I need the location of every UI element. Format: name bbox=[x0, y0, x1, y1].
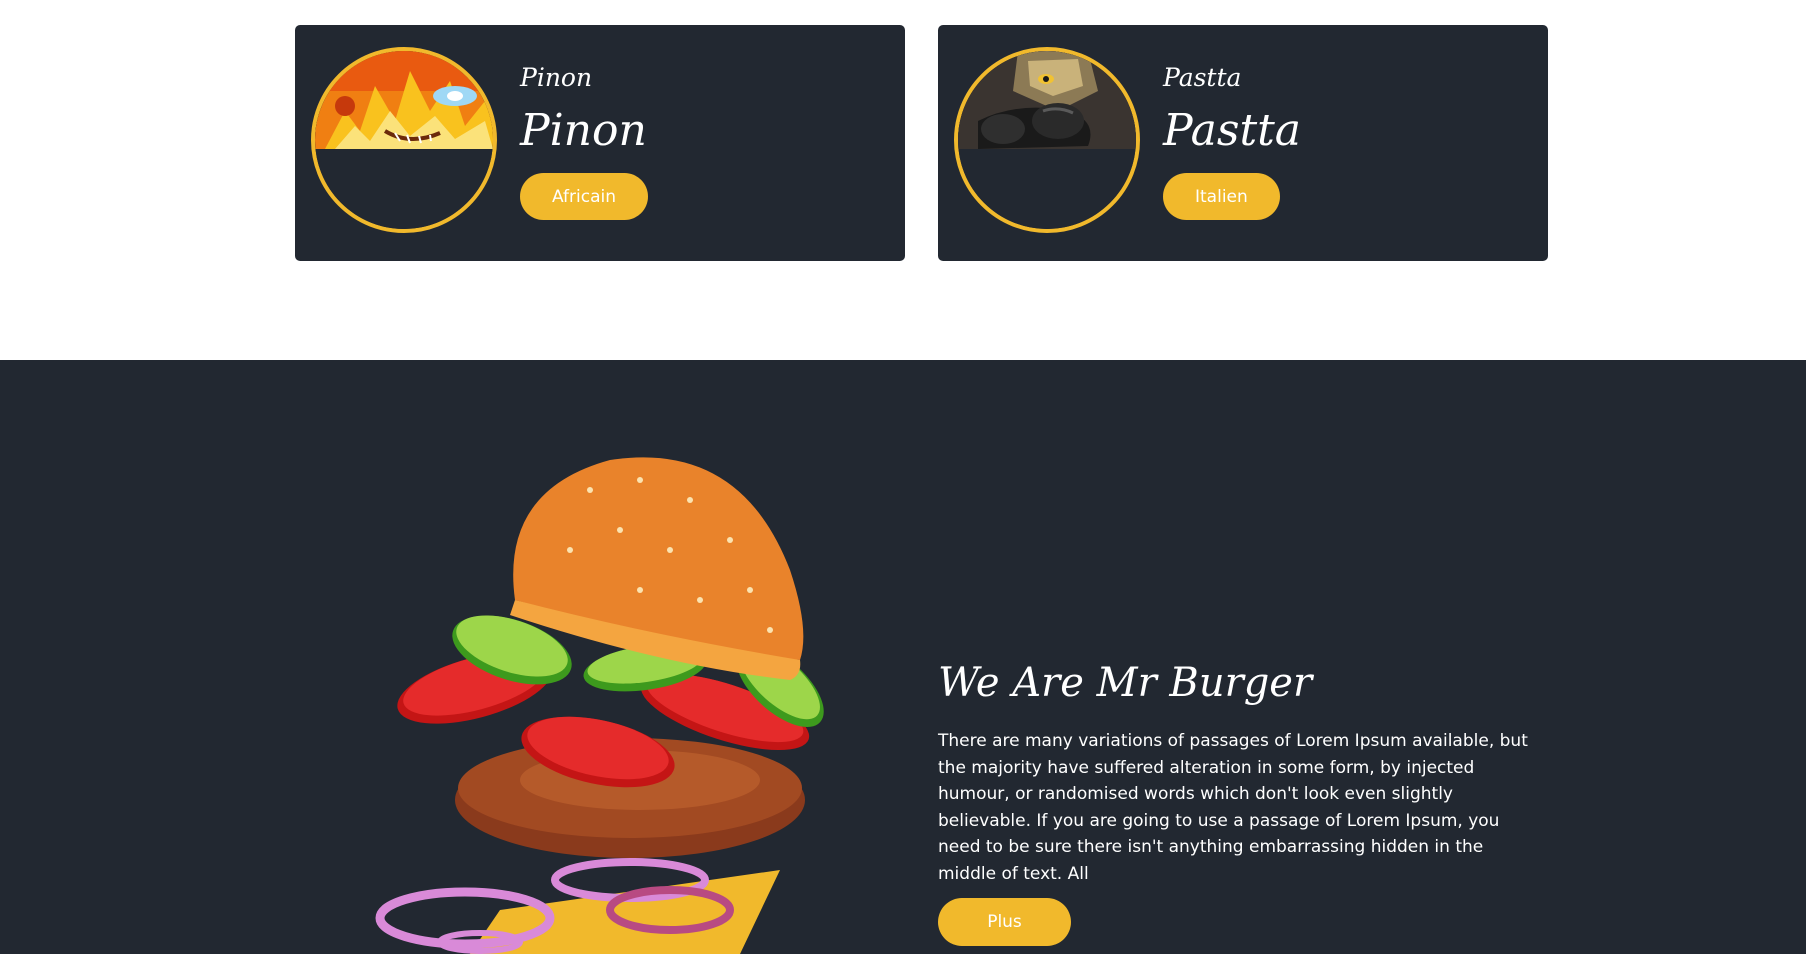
chef-card-title: Pinon bbox=[520, 105, 647, 156]
cuisine-tag-button[interactable]: Italien bbox=[1163, 173, 1280, 220]
chef-card-title: Pastta bbox=[1163, 105, 1302, 156]
more-button[interactable]: Plus bbox=[938, 898, 1071, 946]
about-title: We Are Mr Burger bbox=[938, 660, 1313, 706]
dark-character-image bbox=[958, 51, 1136, 229]
about-section: We Are Mr Burger There are many variatio… bbox=[0, 360, 1806, 954]
burger-illustration bbox=[375, 457, 824, 954]
chef-card-subtitle: Pastta bbox=[1163, 63, 1242, 92]
chef-cards-section: Pinon Pinon Africain Pastta Pastta Itali… bbox=[0, 0, 1806, 360]
chef-avatar bbox=[311, 47, 497, 233]
chef-avatar bbox=[954, 47, 1140, 233]
cuisine-tag-button[interactable]: Africain bbox=[520, 173, 648, 220]
fire-character-image bbox=[315, 51, 493, 229]
about-description: There are many variations of passages of… bbox=[938, 731, 1528, 884]
chef-card-subtitle: Pinon bbox=[520, 63, 593, 92]
chef-card: Pinon Pinon Africain bbox=[295, 25, 905, 261]
chef-card: Pastta Pastta Italien bbox=[938, 25, 1548, 261]
